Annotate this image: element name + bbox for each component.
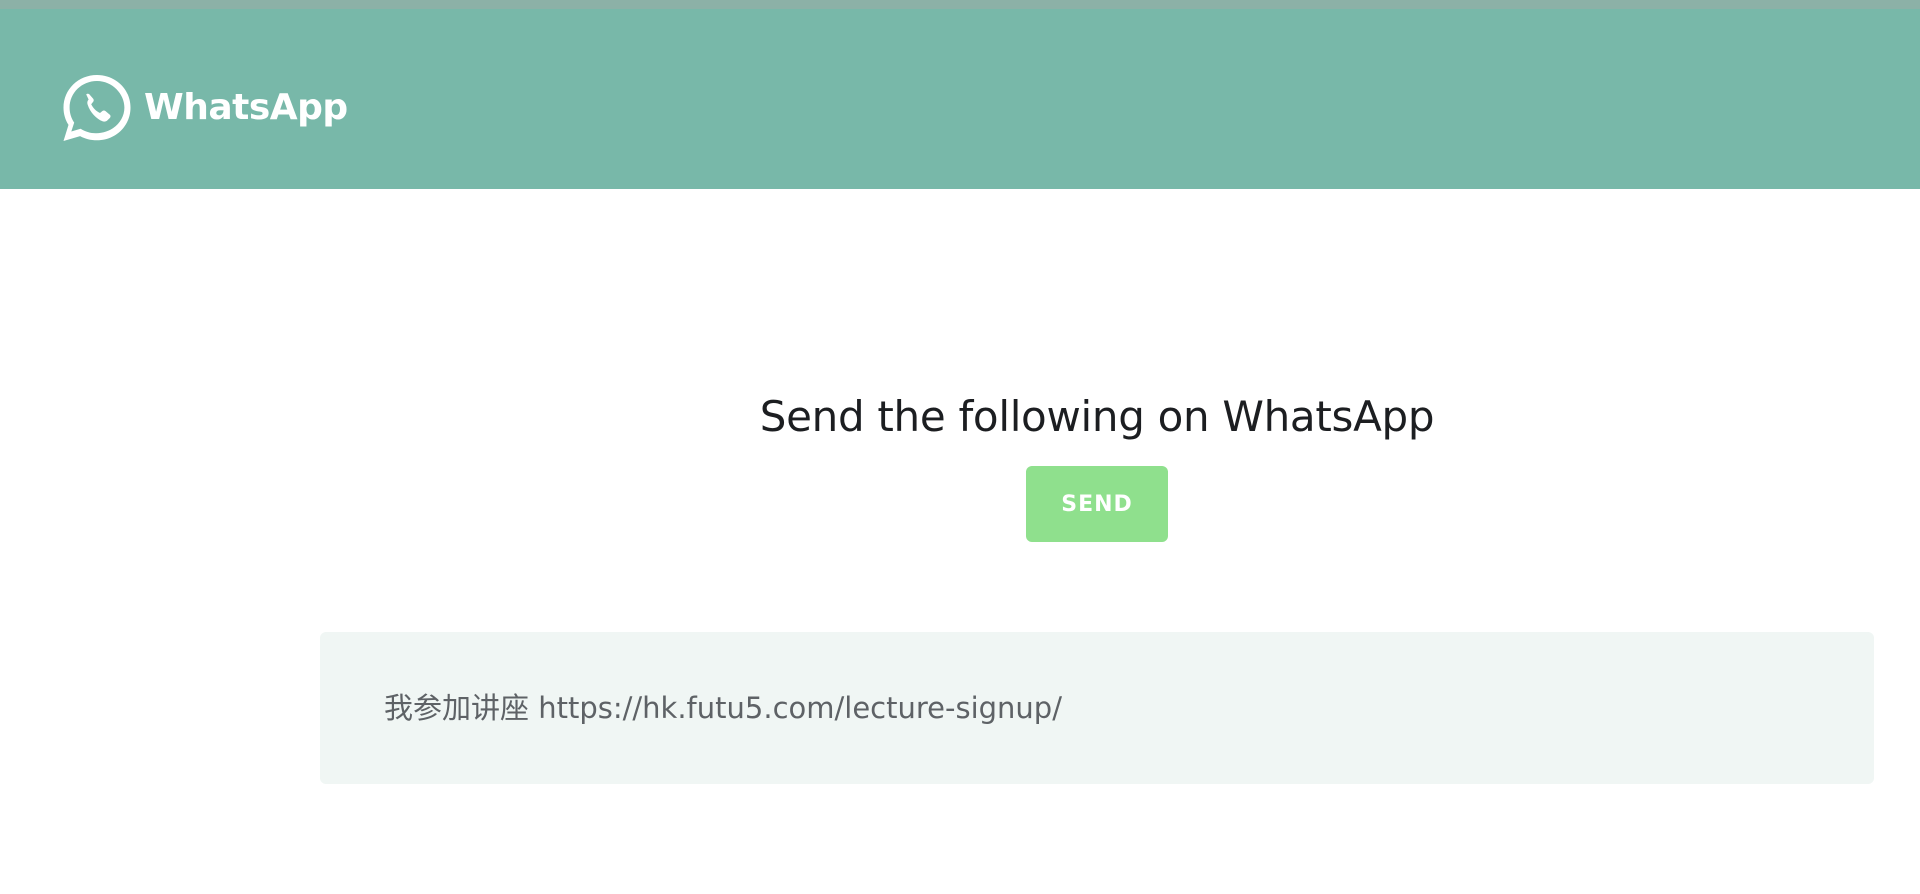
whatsapp-logo-icon xyxy=(63,75,131,141)
brand[interactable]: WhatsApp xyxy=(60,71,348,145)
page-title: Send the following on WhatsApp xyxy=(759,392,1435,442)
message-text: 我参加讲座 https://hk.futu5.com/lecture-signu… xyxy=(384,691,1062,725)
message-preview-box: 我参加讲座 https://hk.futu5.com/lecture-signu… xyxy=(320,632,1874,784)
header: WhatsApp xyxy=(0,9,1920,189)
send-button[interactable]: SEND xyxy=(1026,466,1168,542)
brand-name: WhatsApp xyxy=(144,87,348,128)
main-content: Send the following on WhatsApp SEND 我参加讲… xyxy=(0,189,1920,894)
top-strip xyxy=(0,0,1920,9)
